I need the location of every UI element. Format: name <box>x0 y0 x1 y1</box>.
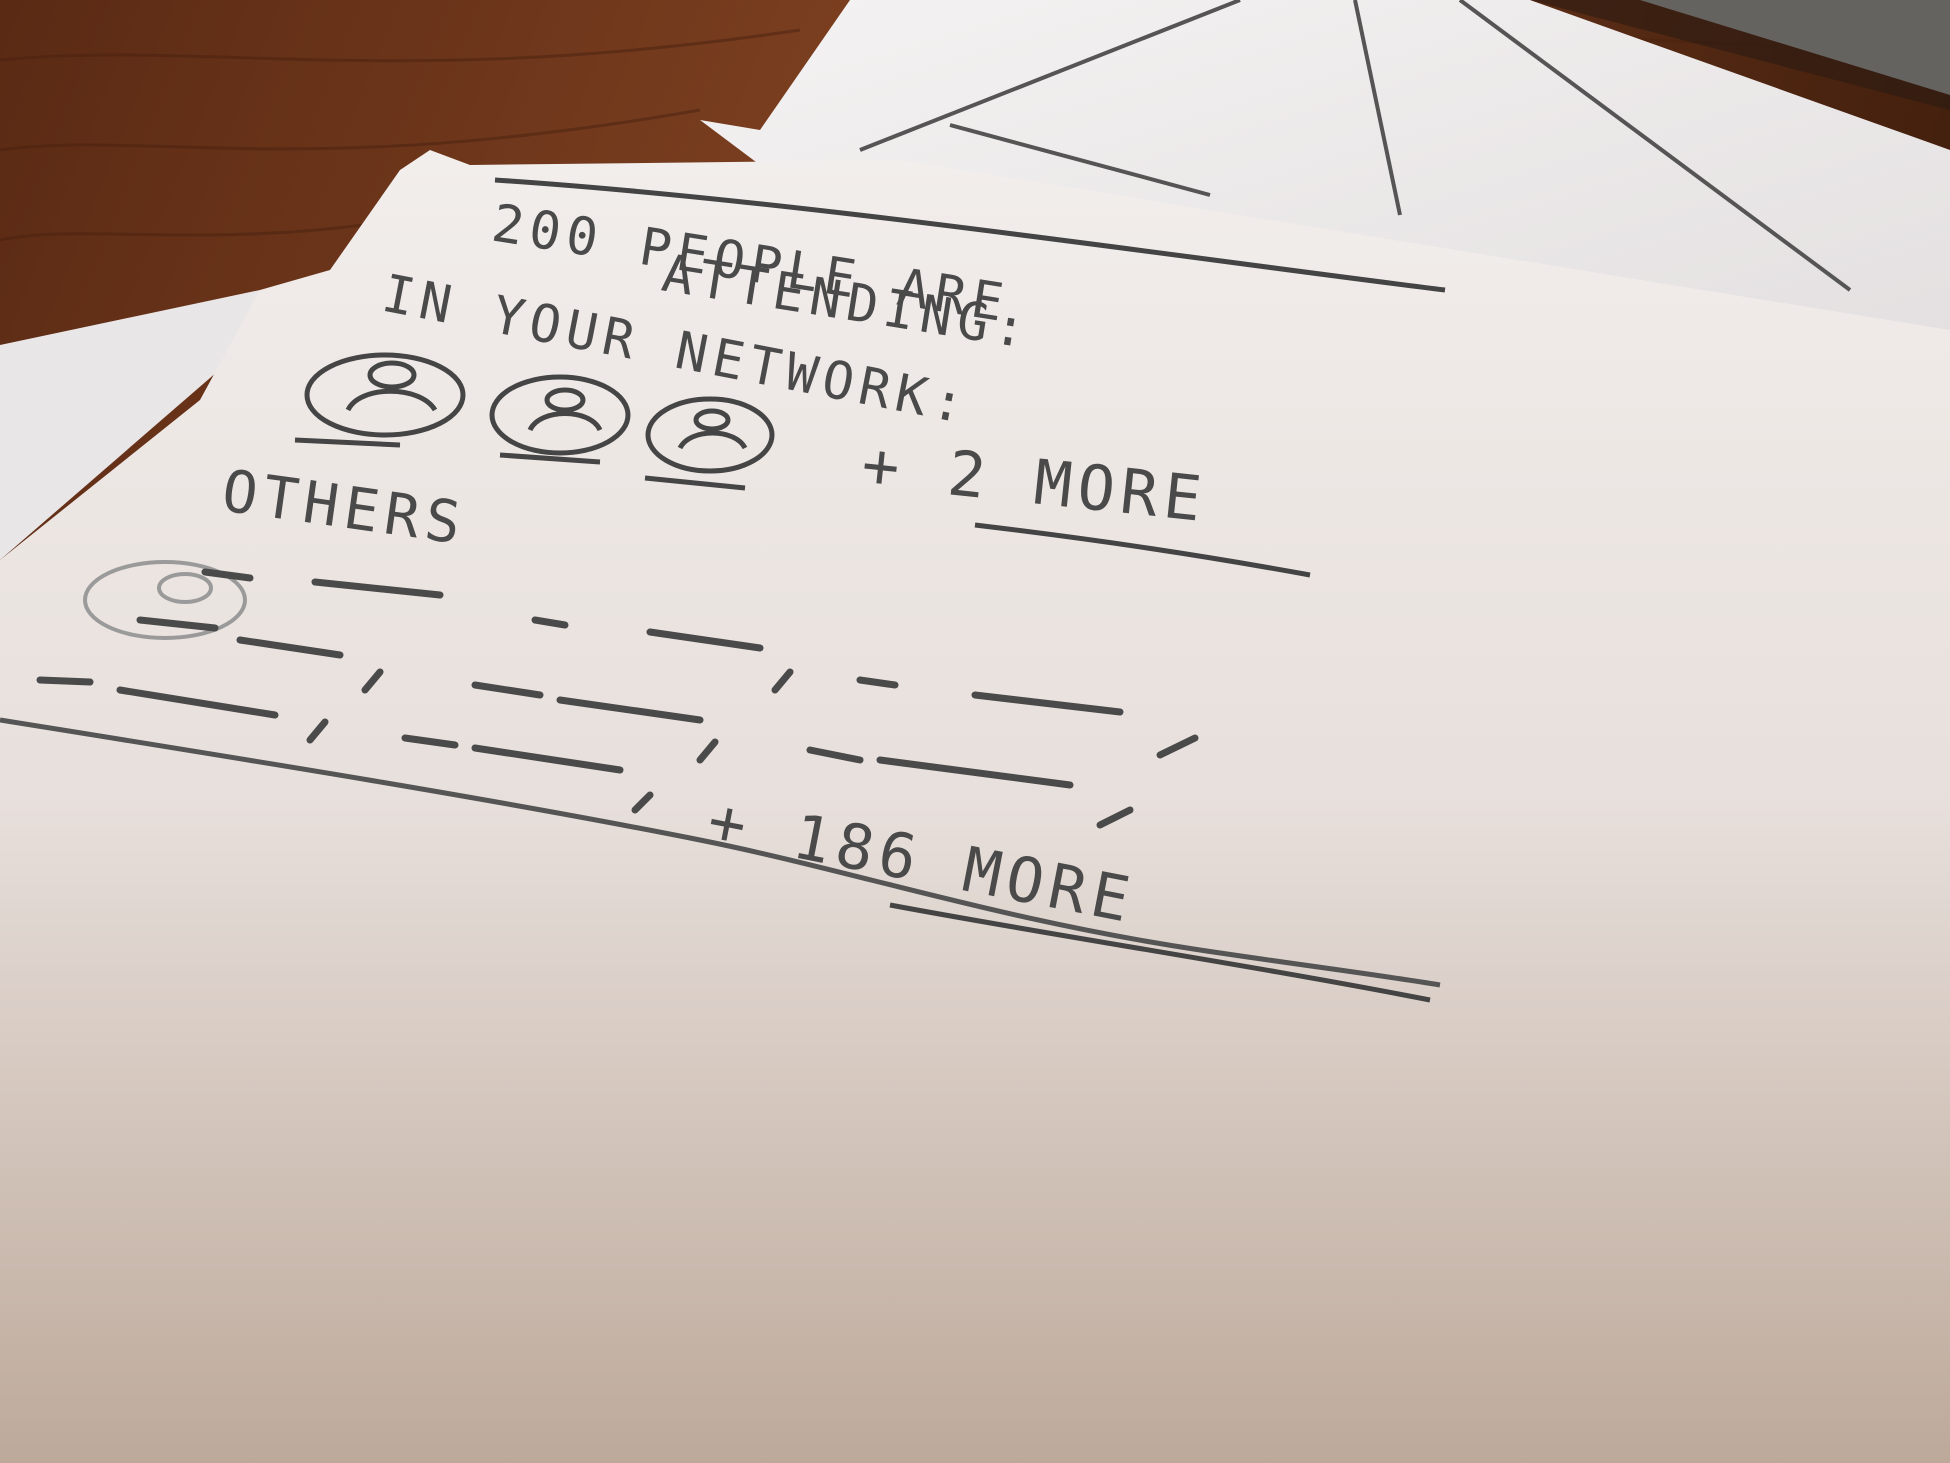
photo-scene: 200 PEOPLE ARE ATTENDING: IN YOUR NETWOR… <box>0 0 1950 1463</box>
paper-sketch-photo: 200 PEOPLE ARE ATTENDING: IN YOUR NETWOR… <box>0 0 1950 1463</box>
